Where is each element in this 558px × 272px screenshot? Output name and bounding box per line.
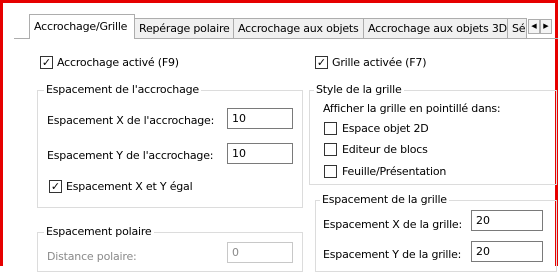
dialog-frame: Accrochage/Grille Repérage polaire Accro…: [0, 0, 558, 272]
tab-accrochage-objets[interactable]: Accrochage aux objets: [233, 18, 364, 38]
grid-x-input[interactable]: 20: [471, 210, 543, 231]
grid-y-label: Espacement Y de la grille:: [323, 248, 462, 261]
grid-style-2d-checkbox[interactable]: [324, 122, 337, 135]
grid-spacing-title: Espacement de la grille: [320, 193, 449, 206]
snap-y-input[interactable]: 10: [227, 143, 293, 164]
polar-spacing-title: Espacement polaire: [44, 225, 154, 238]
grid-y-input[interactable]: 20: [471, 241, 543, 262]
polar-distance-label: Distance polaire:: [47, 250, 137, 263]
checkmark-icon: ✓: [316, 56, 327, 69]
arrow-right-icon: ▶: [543, 22, 549, 30]
snap-x-label: Espacement X de l'accrochage:: [47, 114, 215, 127]
tab-reperage-polaire[interactable]: Repérage polaire: [134, 18, 234, 38]
snap-x-input[interactable]: 10: [227, 108, 293, 129]
tab-accrochage-grille[interactable]: Accrochage/Grille: [29, 14, 135, 39]
grid-style-block-editor-label: Editeur de blocs: [342, 143, 428, 156]
grid-style-sheet-label: Feuille/Présentation: [342, 165, 447, 178]
snap-equal-label: Espacement X et Y égal: [66, 180, 193, 193]
grid-enabled-label: Grille activée (F7): [332, 56, 427, 69]
polar-distance-input[interactable]: 0: [227, 242, 293, 263]
snap-y-label: Espacement Y de l'accrochage:: [47, 149, 214, 162]
snap-equal-checkbox[interactable]: ✓: [49, 180, 62, 193]
snap-enabled-checkbox[interactable]: ✓: [40, 56, 53, 69]
tab-scroll-left-button[interactable]: ◀: [528, 19, 540, 34]
tab-selection[interactable]: Sélection: [507, 18, 527, 38]
checkmark-icon: ✓: [50, 180, 61, 193]
grid-style-2d-label: Espace objet 2D: [342, 122, 429, 135]
grid-style-title: Style de la grille: [314, 83, 404, 96]
grid-style-block-editor-checkbox[interactable]: [324, 143, 337, 156]
checkmark-icon: ✓: [41, 56, 52, 69]
grid-enabled-checkbox[interactable]: ✓: [315, 56, 328, 69]
grid-style-sheet-checkbox[interactable]: [324, 165, 337, 178]
grid-style-caption: Afficher la grille en pointillé dans:: [323, 102, 501, 115]
tab-accrochage-objets-3d[interactable]: Accrochage aux objets 3D: [363, 18, 508, 38]
tab-scroll-right-button[interactable]: ▶: [540, 19, 552, 34]
arrow-left-icon: ◀: [531, 22, 537, 30]
grid-x-label: Espacement X de la grille:: [323, 218, 463, 231]
snap-enabled-label: Accrochage activé (F9): [57, 56, 179, 69]
snap-spacing-title: Espacement de l'accrochage: [44, 83, 201, 96]
